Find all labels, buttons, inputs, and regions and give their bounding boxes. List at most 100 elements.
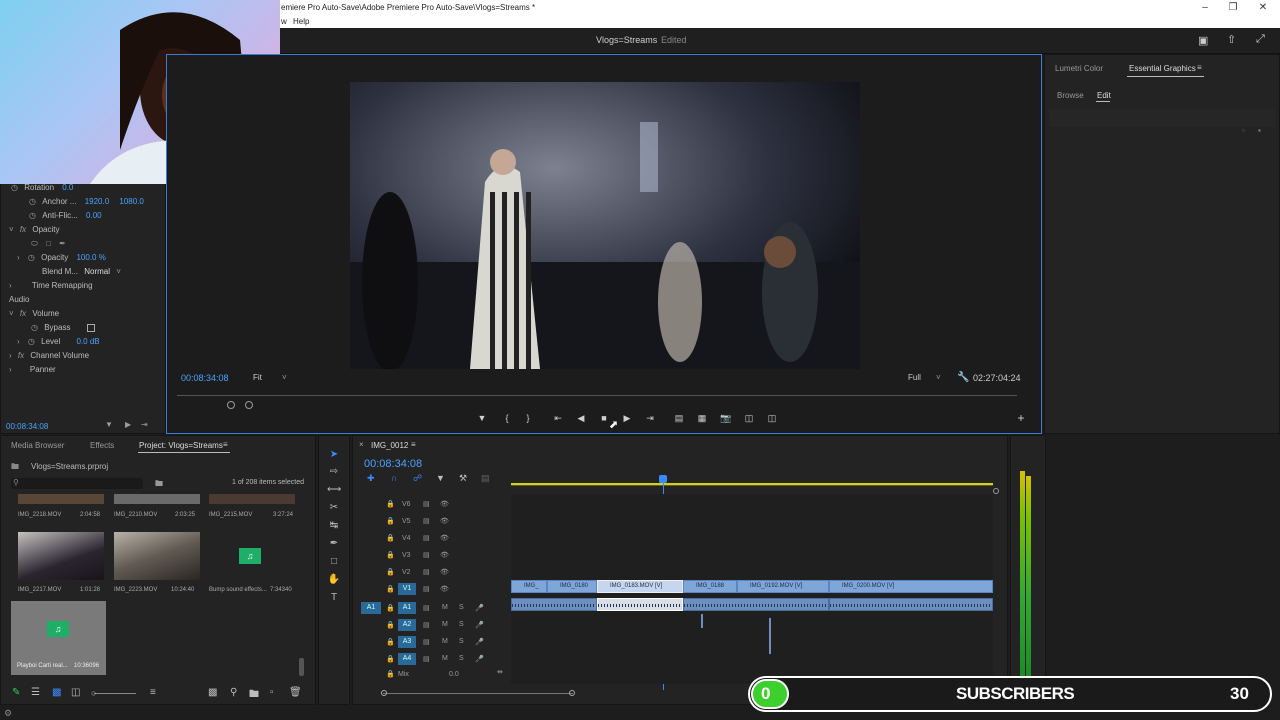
slip-tool-icon[interactable]: ↹: [327, 519, 341, 533]
track-label-a4[interactable]: A4: [398, 653, 416, 665]
maximize-button[interactable]: ❐: [1218, 0, 1248, 16]
eye-icon[interactable]: 👁: [440, 517, 449, 525]
step-back-icon[interactable]: ◀: [574, 413, 588, 424]
new-item-icon[interactable]: ▫: [270, 687, 274, 698]
export-icon[interactable]: ⇥: [141, 420, 148, 429]
tab-effects[interactable]: Effects: [90, 441, 114, 450]
scrubber-end-handle[interactable]: [245, 401, 253, 409]
add-marker-icon[interactable]: ▼: [475, 413, 489, 423]
bypass-checkbox[interactable]: [86, 323, 95, 332]
pen-tool-icon[interactable]: ✒: [327, 537, 341, 551]
project-search-input[interactable]: ⚲: [11, 478, 143, 489]
hand-tool-icon[interactable]: ✋: [327, 573, 341, 587]
tab-lumetri-color[interactable]: Lumetri Color: [1055, 64, 1103, 73]
track-label-a2[interactable]: A2: [398, 619, 416, 631]
volume-section[interactable]: ˅ fx Volume: [9, 307, 59, 320]
track-select-tool-icon[interactable]: ⇨: [327, 465, 341, 479]
sequence-tab[interactable]: IMG_0012: [371, 441, 408, 450]
microphone-icon[interactable]: 🎤: [475, 604, 484, 612]
audio-clip[interactable]: [829, 598, 993, 611]
stopwatch-icon[interactable]: ◷: [29, 195, 36, 208]
write-protect-icon[interactable]: ✎: [12, 687, 20, 698]
fit-select[interactable]: Fit: [253, 373, 262, 382]
stopwatch-icon[interactable]: ◷: [31, 321, 38, 334]
eye-icon[interactable]: 👁: [440, 585, 449, 593]
video-clip[interactable]: IMG_0200.MOV [V]: [829, 580, 993, 593]
filter-icon[interactable]: ▼: [105, 420, 113, 429]
go-to-in-icon[interactable]: ⇤: [551, 413, 565, 424]
blend-mode-select[interactable]: Normal: [84, 267, 110, 276]
settings-wrench-icon[interactable]: ⚒: [459, 473, 467, 484]
thumbnail-img-2215[interactable]: [209, 494, 295, 504]
sync-lock-icon[interactable]: ▤: [423, 621, 430, 629]
solo-button[interactable]: S: [459, 655, 464, 662]
selection-tool-icon[interactable]: ➤: [327, 448, 341, 462]
audio-clip[interactable]: [683, 598, 829, 611]
stopwatch-icon[interactable]: ◷: [28, 251, 35, 264]
rectangle-mask-icon[interactable]: □: [46, 237, 51, 250]
chevron-down-icon[interactable]: ˅: [9, 223, 14, 236]
resolution-select[interactable]: Full: [908, 373, 921, 382]
sync-lock-icon[interactable]: ▤: [423, 500, 430, 508]
close-button[interactable]: ✕: [1248, 0, 1278, 16]
type-tool-icon[interactable]: T: [327, 591, 341, 605]
video-clip[interactable]: IMG_0188: [683, 580, 737, 593]
multi-camera-icon[interactable]: ◫: [765, 413, 779, 424]
selected-video-clip[interactable]: IMG_0183.MOV [V]: [597, 580, 683, 593]
go-to-out-icon[interactable]: ⇥: [643, 413, 657, 424]
eye-icon[interactable]: 👁: [440, 534, 449, 542]
thumbnail-img-2217[interactable]: [18, 532, 104, 580]
zoom-slider[interactable]: [94, 693, 136, 694]
new-layer-icon[interactable]: ▫: [1242, 126, 1245, 135]
lock-icon[interactable]: 🔒: [386, 655, 395, 663]
comparison-view-icon[interactable]: ◫: [742, 413, 756, 424]
thumbnail-img-2218[interactable]: [18, 494, 104, 504]
menu-item-window[interactable]: w: [281, 16, 287, 28]
program-timecode[interactable]: 00:08:34:08: [181, 373, 229, 383]
stopwatch-icon[interactable]: ◷: [28, 335, 35, 348]
audio-clip[interactable]: [511, 598, 597, 611]
sync-lock-icon[interactable]: ▤: [423, 568, 430, 576]
mix-end-icon[interactable]: ⇹: [497, 668, 503, 676]
level-value[interactable]: 0.0 dB: [76, 337, 99, 346]
lock-icon[interactable]: 🔒: [386, 551, 395, 559]
track-label-v4[interactable]: V4: [402, 535, 411, 542]
audio-blip[interactable]: [769, 618, 771, 654]
captions-icon[interactable]: ▤: [481, 473, 490, 484]
lock-icon[interactable]: 🔒: [386, 517, 395, 525]
chevron-down-icon[interactable]: ˅: [282, 373, 287, 382]
freeform-view-icon[interactable]: ◫: [71, 687, 80, 698]
scroll-end-handle[interactable]: [569, 690, 575, 696]
find-icon[interactable]: ⚲: [230, 687, 237, 698]
program-scrubber[interactable]: [177, 395, 1017, 396]
track-label-v2[interactable]: V2: [402, 569, 411, 576]
razor-tool-icon[interactable]: ✂: [327, 501, 341, 515]
icon-view-icon[interactable]: ▩: [52, 687, 61, 698]
eye-icon[interactable]: 👁: [440, 568, 449, 576]
mute-button[interactable]: M: [442, 604, 448, 611]
chevron-right-icon[interactable]: ›: [9, 363, 12, 376]
tab-project[interactable]: Project: Vlogs=Streams: [139, 441, 223, 450]
track-label-a1[interactable]: A1: [398, 602, 416, 614]
sync-lock-icon[interactable]: ▤: [423, 638, 430, 646]
mix-value[interactable]: 0.0: [449, 671, 459, 678]
tab-essential-graphics[interactable]: Essential Graphics: [1129, 64, 1196, 73]
audio-file-icon[interactable]: ♫: [239, 548, 261, 564]
scrubber-start-handle[interactable]: [227, 401, 235, 409]
sync-lock-icon[interactable]: ▤: [423, 551, 430, 559]
mark-out-icon[interactable]: }: [521, 413, 535, 423]
source-patch-a1[interactable]: A1: [361, 602, 381, 614]
stopwatch-icon[interactable]: ◷: [29, 209, 36, 222]
work-area-bar[interactable]: [511, 483, 993, 485]
chevron-right-icon[interactable]: ›: [17, 251, 20, 264]
ripple-edit-tool-icon[interactable]: ⟷: [327, 483, 341, 497]
track-area[interactable]: IMG_ IMG_0180 IMG_0183.MOV [V] IMG_0188 …: [511, 494, 993, 684]
antiflicker-value[interactable]: 0.00: [86, 211, 102, 220]
opacity-section[interactable]: ˅ fx Opacity: [9, 223, 60, 236]
eye-icon[interactable]: 👁: [440, 551, 449, 559]
track-label-v3[interactable]: V3: [402, 552, 411, 559]
timeline-scrollbar[interactable]: [383, 693, 573, 694]
lock-icon[interactable]: 🔒: [386, 568, 395, 576]
menu-item-help[interactable]: Help: [293, 16, 309, 28]
time-remapping-section[interactable]: › Time Remapping: [9, 279, 93, 292]
